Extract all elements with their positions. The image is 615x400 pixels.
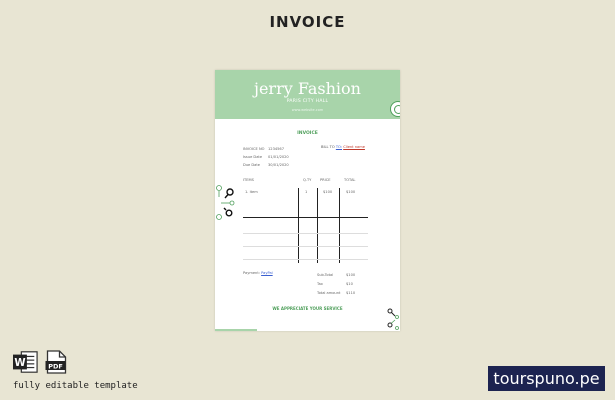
connector-decoration-icon	[216, 185, 235, 220]
totals: Sub-Total $100 Tax $10 Total amount $110	[317, 271, 355, 298]
bill-label: BILL TO	[321, 145, 335, 149]
file-format-icons: W PDF	[13, 350, 69, 374]
meta-label: INVOICE NO	[243, 147, 265, 151]
col-qty: Q.TY	[303, 178, 312, 182]
ring-decoration-icon	[390, 101, 400, 117]
meta-label: Due Date	[243, 163, 260, 167]
total-value: $100	[346, 273, 356, 277]
invoice-header: jerry Fashion PARIS CITY HALL www.websit…	[215, 70, 400, 119]
total-row: Sub-Total $100	[317, 271, 355, 280]
payment-label: Payment:	[243, 271, 260, 275]
pdf-icon-text: PDF	[48, 362, 63, 370]
total-value: $110	[346, 291, 356, 295]
page-heading: INVOICE	[269, 13, 346, 31]
meta-row: Due Date 30/01/2020	[243, 161, 289, 169]
invoice-meta: INVOICE NO 1234567 Issue Date 01/01/2020…	[243, 145, 289, 169]
payment-info: Payment: PayPal	[243, 271, 273, 275]
accent-bar	[215, 329, 257, 331]
client-name: Client name	[343, 145, 365, 149]
word-icon-text: W	[14, 358, 25, 369]
meta-value: 01/01/2020	[268, 155, 289, 159]
table-rule	[243, 217, 368, 218]
site-badge[interactable]: tourspuno.pe	[488, 366, 605, 391]
connector-decoration-icon	[387, 308, 399, 330]
template-caption: fully editable template	[13, 381, 138, 391]
total-row: Total amount $110	[317, 289, 355, 298]
table-divider	[298, 188, 299, 263]
col-total: TOTAL	[344, 178, 356, 182]
thanks-note: WE APPRECIATE YOUR SERVICE	[272, 306, 343, 311]
meta-value: 1234567	[268, 147, 285, 151]
total-row: Tax $10	[317, 280, 355, 289]
pdf-icon: PDF	[45, 350, 67, 374]
row-price: $100	[323, 190, 333, 194]
meta-row: Issue Date 01/01/2020	[243, 153, 289, 161]
col-items: ITEMS	[243, 178, 254, 182]
table-divider	[317, 188, 318, 263]
table-rule	[243, 233, 368, 234]
row-qty: 1	[305, 190, 308, 194]
meta-value: 30/01/2020	[268, 163, 289, 167]
brand-website: www.website.com	[291, 108, 324, 112]
bill-to-label: TO:	[335, 145, 343, 149]
meta-label: Issue Date	[243, 155, 263, 159]
row-item: 1. item	[245, 190, 258, 194]
table-divider	[339, 188, 340, 263]
invoice-title: INVOICE	[297, 131, 318, 136]
brand-address: PARIS CITY HALL	[286, 99, 329, 104]
payment-method: PayPal	[261, 271, 273, 275]
invoice-document: jerry Fashion PARIS CITY HALL www.websit…	[215, 70, 400, 331]
word-icon: W	[13, 351, 38, 373]
total-label: Tax	[317, 282, 323, 286]
row-total: $100	[346, 190, 356, 194]
brand-name: jerry Fashion	[254, 79, 361, 98]
items-table: 1. item 1 $100 $100	[243, 188, 368, 263]
total-value: $10	[346, 282, 353, 286]
total-label: Total amount	[317, 291, 341, 295]
table-rule	[243, 259, 368, 260]
col-price: PRICE	[320, 178, 331, 182]
table-rule	[243, 246, 368, 247]
total-label: Sub-Total	[317, 273, 334, 277]
bill-to: BILL TO TO: Client name	[321, 145, 365, 149]
meta-row: INVOICE NO 1234567	[243, 145, 289, 153]
